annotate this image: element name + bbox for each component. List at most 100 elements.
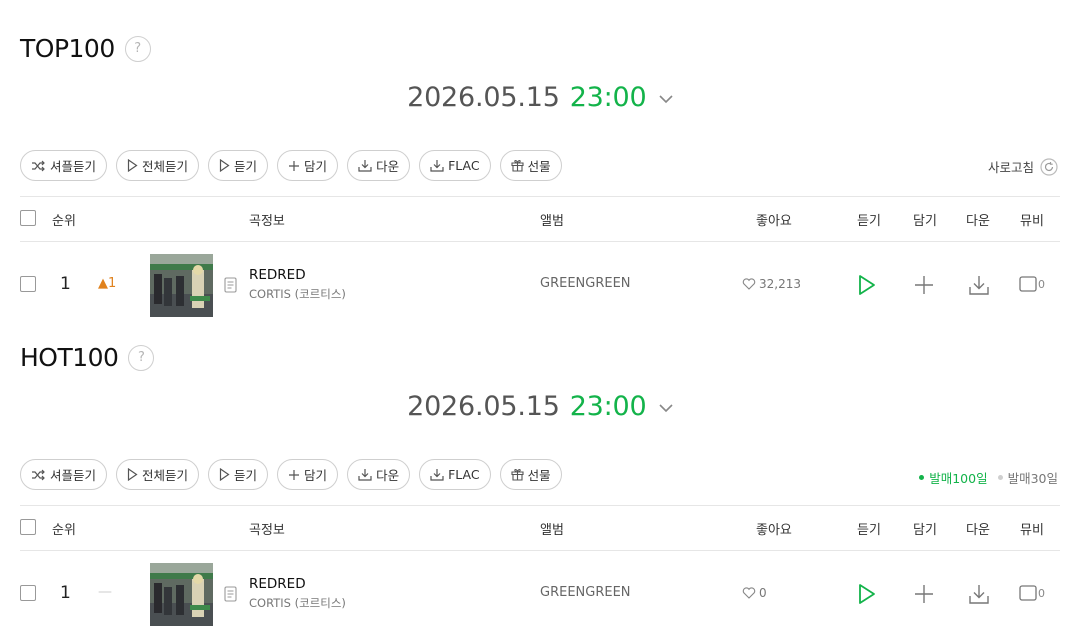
play-icon [219, 468, 230, 481]
row-checkbox[interactable] [20, 276, 36, 292]
play-icon[interactable] [858, 274, 876, 296]
col-download: 다운 [966, 214, 990, 229]
table-row: 1 ▲1 REDRED CORTIS (코르티스) GREENGREEN 32,… [20, 242, 1060, 326]
inactive-dot [997, 475, 1003, 480]
add-to-playlist-button[interactable]: 담기 [277, 459, 339, 490]
play-button[interactable]: 듣기 [208, 150, 269, 181]
select-all-checkbox[interactable] [20, 210, 36, 226]
song-title[interactable]: REDRED [249, 576, 306, 592]
album-cover[interactable] [150, 563, 213, 626]
download-label: 다운 [376, 159, 400, 174]
download-icon[interactable] [968, 274, 990, 296]
mv-count: 0 [1038, 277, 1045, 291]
play-button[interactable]: 듣기 [208, 459, 269, 490]
col-rank: 순위 [52, 523, 76, 538]
rank-number: 1 [60, 274, 71, 294]
artist-name[interactable]: CORTIS (코르티스) [249, 286, 346, 302]
mv-icon [1019, 276, 1037, 292]
shuffle-icon [32, 469, 45, 480]
toggle-release-30-days[interactable]: 발매30일 [997, 468, 1058, 487]
shuffle-play-button[interactable]: 셔플듣기 [20, 459, 108, 490]
col-rank: 순위 [52, 214, 76, 229]
download-icon [430, 160, 444, 172]
play-all-label: 전체듣기 [142, 468, 189, 483]
like-count: 32,213 [759, 277, 801, 291]
help-icon[interactable]: ? [128, 344, 155, 371]
plus-icon[interactable] [914, 584, 934, 604]
col-add: 담기 [913, 214, 937, 229]
shuffle-play-label: 셔플듣기 [50, 468, 97, 483]
chart-datetime[interactable]: 2026.05.15 23:00 [0, 82, 1080, 113]
mv-icon [1019, 585, 1037, 601]
rank-number: 1 [60, 583, 71, 603]
heart-icon [742, 587, 756, 599]
col-listen: 듣기 [857, 214, 881, 229]
top100-toolbar: 셔플듣기 전체듣기 듣기 담기 다운 FLAC 선물 [20, 150, 562, 181]
artist-name[interactable]: CORTIS (코르티스) [249, 595, 346, 611]
gift-button[interactable]: 선물 [499, 150, 562, 181]
album-cover[interactable] [150, 254, 213, 317]
album-title[interactable]: GREENGREEN [540, 585, 631, 600]
mv-count: 0 [1038, 586, 1045, 600]
hot100-table-header: 순위 곡정보 앨범 좋아요 듣기 담기 다운 뮤비 [20, 505, 1060, 551]
plus-icon[interactable] [914, 275, 934, 295]
col-download: 다운 [966, 523, 990, 538]
table-row: 1 — REDRED CORTIS (코르티스) GREENGREEN 0 0 [20, 551, 1060, 633]
song-title[interactable]: REDRED [249, 267, 306, 283]
plus-icon [289, 160, 300, 171]
chevron-down-icon[interactable] [659, 403, 673, 413]
plus-icon [289, 469, 300, 480]
toggle-label: 발매100일 [929, 471, 988, 486]
refresh-button[interactable]: 사로고침 [988, 157, 1058, 176]
download-icon [430, 469, 444, 481]
flac-button[interactable]: FLAC [419, 459, 491, 490]
add-label: 담기 [304, 159, 328, 174]
play-icon[interactable] [858, 583, 876, 605]
add-to-playlist-button[interactable]: 담기 [277, 150, 339, 181]
col-mv: 뮤비 [1020, 523, 1044, 538]
gift-label: 선물 [527, 159, 551, 174]
flac-button[interactable]: FLAC [419, 150, 491, 181]
col-listen: 듣기 [857, 523, 881, 538]
play-icon [219, 159, 230, 172]
chart-time: 23:00 [569, 82, 647, 113]
row-checkbox[interactable] [20, 585, 36, 601]
hot100-toolbar: 셔플듣기 전체듣기 듣기 담기 다운 FLAC 선물 [20, 459, 562, 490]
gift-icon [511, 159, 524, 172]
select-all-checkbox[interactable] [20, 519, 36, 535]
chart-date: 2026.05.15 [407, 82, 560, 113]
download-icon[interactable] [968, 583, 990, 605]
col-song: 곡정보 [249, 523, 285, 538]
play-all-button[interactable]: 전체듣기 [116, 150, 200, 181]
release-period-toggle: 발매100일 발매30일 [919, 468, 1058, 487]
toggle-release-100-days[interactable]: 발매100일 [919, 468, 988, 487]
refresh-label: 사로고침 [987, 160, 1034, 175]
shuffle-play-label: 셔플듣기 [50, 159, 97, 174]
col-mv: 뮤비 [1020, 214, 1044, 229]
chart-datetime[interactable]: 2026.05.15 23:00 [0, 391, 1080, 422]
help-icon[interactable]: ? [124, 35, 151, 62]
gift-button[interactable]: 선물 [499, 459, 562, 490]
rank-change: — [98, 584, 112, 600]
play-all-button[interactable]: 전체듣기 [116, 459, 200, 490]
mv-button[interactable]: 0 [1019, 585, 1045, 601]
lyrics-icon[interactable] [224, 586, 237, 602]
flac-label: FLAC [448, 158, 480, 173]
play-icon [127, 468, 138, 481]
download-label: 다운 [376, 468, 400, 483]
heart-icon [742, 278, 756, 290]
mv-button[interactable]: 0 [1019, 276, 1045, 292]
col-song: 곡정보 [249, 214, 285, 229]
download-button[interactable]: 다운 [347, 150, 411, 181]
album-title[interactable]: GREENGREEN [540, 276, 631, 291]
chart-time: 23:00 [569, 391, 647, 422]
chevron-down-icon[interactable] [659, 94, 673, 104]
download-button[interactable]: 다운 [347, 459, 411, 490]
like-button[interactable]: 32,213 [742, 277, 801, 291]
shuffle-play-button[interactable]: 셔플듣기 [20, 150, 108, 181]
like-button[interactable]: 0 [742, 586, 767, 600]
col-likes: 좋아요 [756, 214, 792, 229]
hot100-title: HOT100 [20, 343, 119, 372]
lyrics-icon[interactable] [224, 277, 237, 293]
download-icon [358, 160, 372, 172]
